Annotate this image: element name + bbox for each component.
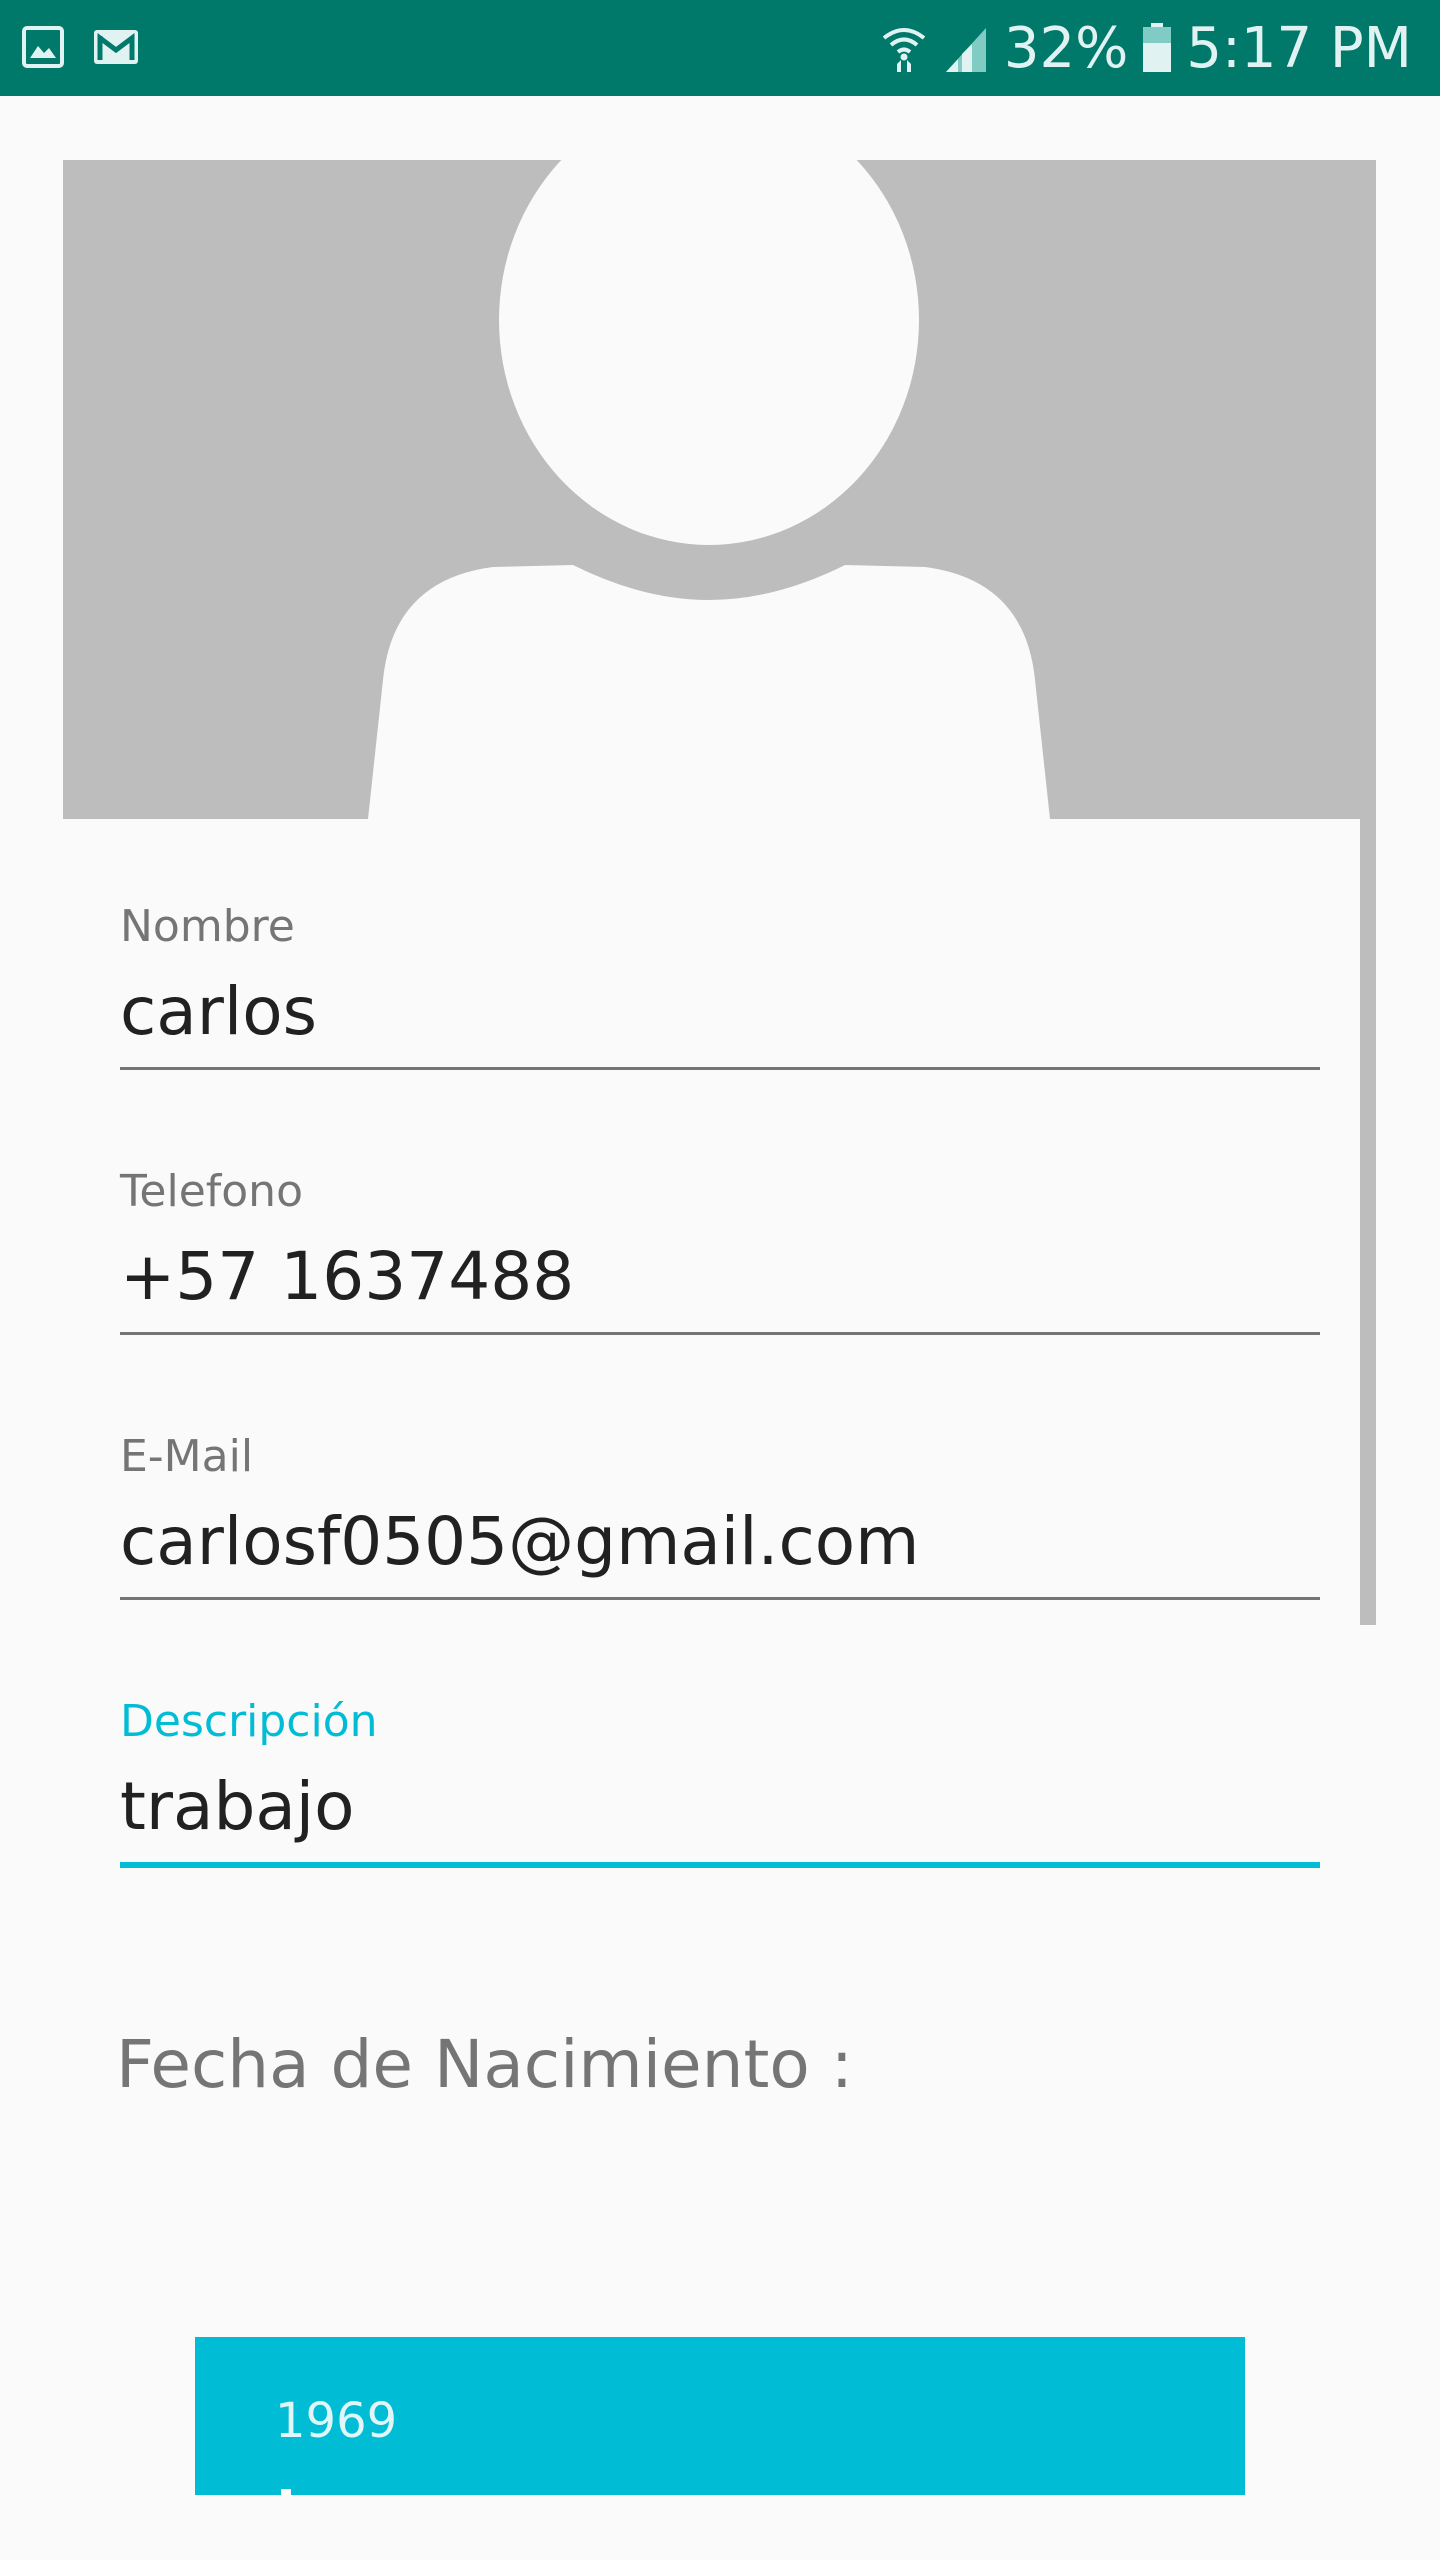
gmail-icon [94, 30, 138, 64]
email-label: E-Mail [120, 1431, 254, 1482]
descripcion-underline [120, 1862, 1320, 1868]
telefono-field[interactable]: Telefono +57 1637488 [120, 1162, 1320, 1335]
battery-icon [1143, 23, 1172, 72]
battery-percent: 32% [1003, 15, 1129, 81]
clock: 5:17 PM [1186, 15, 1412, 81]
descripcion-label: Descripción [120, 1696, 378, 1747]
nombre-field[interactable]: Nombre carlos [120, 897, 1320, 1070]
telefono-label: Telefono [120, 1166, 303, 1217]
descripcion-input[interactable]: trabajo [120, 1752, 1320, 1862]
telefono-underline [120, 1332, 1320, 1335]
nombre-label: Nombre [120, 901, 295, 952]
date-picker-date-fragment [281, 2489, 291, 2495]
nombre-underline [120, 1067, 1320, 1070]
gallery-icon [22, 26, 64, 68]
scrollbar[interactable] [1360, 819, 1376, 1625]
status-bar-right: 32% 5:17 PM [880, 0, 1412, 96]
wifi-icon [882, 28, 926, 72]
email-field[interactable]: E-Mail carlosf0505@gmail.com [120, 1427, 1320, 1600]
nombre-input[interactable]: carlos [120, 957, 1320, 1067]
status-bar: 32% 5:17 PM [0, 0, 1440, 96]
avatar-placeholder-icon [368, 160, 1050, 819]
email-underline [120, 1597, 1320, 1600]
descripcion-field[interactable]: Descripción trabajo [120, 1692, 1320, 1868]
date-picker-header: 1969 [195, 2337, 1245, 2495]
signal-icon [945, 28, 986, 72]
date-picker-year[interactable]: 1969 [275, 2391, 397, 2451]
profile-image[interactable] [63, 160, 1376, 819]
birth-date-label: Fecha de Nacimiento : [116, 2026, 853, 2103]
email-input[interactable]: carlosf0505@gmail.com [120, 1487, 1320, 1597]
telefono-input[interactable]: +57 1637488 [120, 1222, 1320, 1332]
